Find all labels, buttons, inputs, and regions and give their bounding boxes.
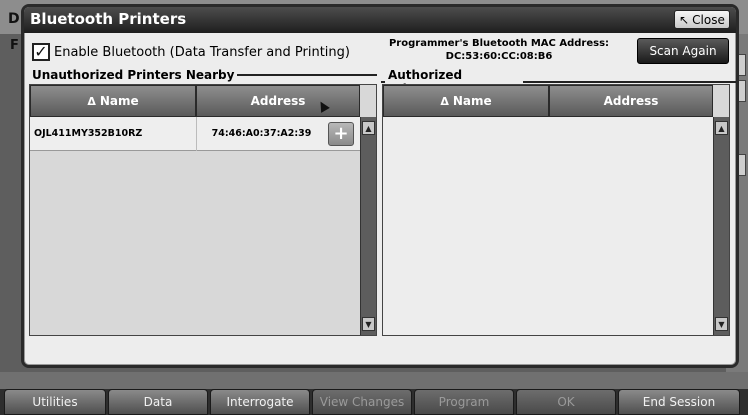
printer-name: OJL411MY352B10RZ [34, 128, 143, 139]
scroll-up-arrow-icon[interactable]: ▲ [715, 121, 728, 135]
enable-bluetooth-label: Enable Bluetooth (Data Transfer and Prin… [54, 44, 350, 60]
section-divider [237, 74, 378, 76]
close-arrow-icon: ↖ [679, 12, 690, 27]
column-header-label: Address [250, 94, 306, 108]
checkmark-icon: ✓ [34, 42, 48, 61]
table-header: Δ Name Address [383, 85, 729, 117]
tab-interrogate[interactable]: Interrogate [210, 389, 310, 415]
background-band [0, 372, 748, 390]
empty-table-body [383, 117, 713, 335]
unauthorized-printers-table: Δ Name Address OJL411MY352B10RZ 74:46:A0… [29, 84, 377, 336]
section-divider [381, 81, 385, 83]
dialog-title: Bluetooth Printers [30, 10, 187, 28]
column-header-name[interactable]: Δ Name [30, 85, 196, 117]
mac-address-value: DC:53:60:CC:08:B6 [445, 51, 553, 62]
tab-utilities[interactable]: Utilities [4, 389, 106, 415]
sort-triangle-icon: Δ [87, 94, 96, 108]
printer-address: 74:46:A0:37:A2:39 [196, 116, 326, 151]
dialog-title-bar: Bluetooth Printers ↖ Close [24, 7, 736, 33]
close-button[interactable]: ↖ Close [674, 10, 730, 29]
mac-address-block: Programmer's Bluetooth MAC Address: DC:5… [379, 37, 619, 63]
column-header-address[interactable]: Address [549, 85, 713, 117]
column-header-label: Name [452, 94, 492, 108]
background-subtitle-text: F [10, 38, 19, 53]
column-header-address[interactable]: Address [196, 85, 360, 117]
unauthorized-heading: Unauthorized Printers Nearby [32, 68, 235, 82]
section-divider [522, 81, 736, 83]
close-button-label: Close [692, 12, 725, 27]
scrollbar[interactable]: ▲ ▼ [360, 117, 376, 335]
column-header-label: Name [99, 94, 139, 108]
scroll-up-arrow-icon[interactable]: ▲ [362, 121, 375, 135]
tab-ok[interactable]: OK [516, 389, 616, 415]
background-title-text: D [8, 11, 20, 27]
enable-bluetooth-checkbox[interactable]: ✓ [32, 43, 50, 61]
bluetooth-printers-dialog: Bluetooth Printers ↖ Close ✓ Enable Blue… [21, 4, 739, 368]
tab-program[interactable]: Program [414, 389, 514, 415]
unauthorized-heading-row: Unauthorized Printers Nearby [32, 68, 378, 82]
scrollbar[interactable]: ▲ ▼ [713, 117, 729, 335]
tab-end-session[interactable]: End Session [618, 389, 740, 415]
screen: D F Utilities Data Interrogate View Chan… [0, 0, 748, 415]
table-row[interactable]: OJL411MY352B10RZ 74:46:A0:37:A2:39 + [30, 116, 361, 151]
scroll-down-arrow-icon[interactable]: ▼ [715, 317, 728, 331]
tab-data[interactable]: Data [108, 389, 208, 415]
mac-address-label: Programmer's Bluetooth MAC Address: [388, 38, 610, 49]
enable-bluetooth-row: ✓ Enable Bluetooth (Data Transfer and Pr… [32, 43, 350, 61]
scan-again-button[interactable]: Scan Again [637, 38, 729, 64]
sort-triangle-icon: Δ [440, 94, 449, 108]
plus-icon: + [333, 122, 349, 144]
column-header-name[interactable]: Δ Name [383, 85, 549, 117]
tab-view-changes[interactable]: View Changes [312, 389, 412, 415]
authorize-printer-button[interactable]: + [328, 121, 354, 146]
scroll-down-arrow-icon[interactable]: ▼ [362, 317, 375, 331]
bottom-tab-bar: Utilities Data Interrogate View Changes … [0, 389, 748, 415]
authorized-printers-table: Δ Name Address ▲ ▼ [382, 84, 730, 336]
column-header-label: Address [603, 94, 659, 108]
